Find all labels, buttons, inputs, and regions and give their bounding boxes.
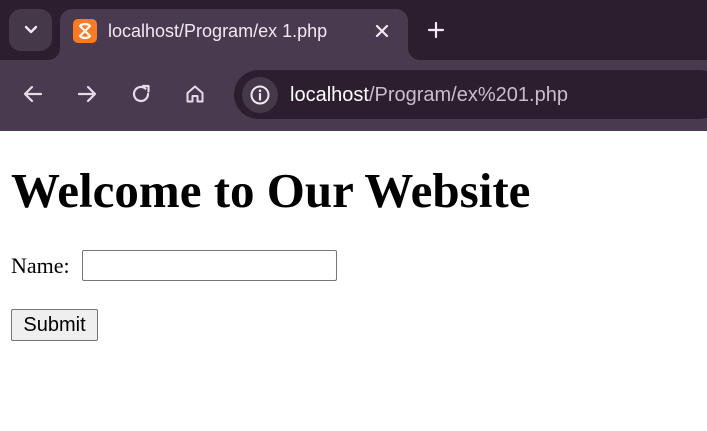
close-icon [375, 24, 389, 38]
arrow-right-icon [77, 85, 97, 103]
back-button[interactable] [16, 77, 50, 111]
reload-button[interactable] [124, 77, 158, 111]
browser-toolbar: localhost/Program/ex%201.php [0, 60, 707, 131]
url-text[interactable]: localhost/Program/ex%201.php [290, 83, 568, 107]
forward-button[interactable] [70, 77, 104, 111]
reload-icon [132, 84, 150, 103]
chevron-down-icon [24, 25, 37, 34]
active-tab[interactable]: localhost/Program/ex 1.php [60, 9, 408, 60]
page-content: Welcome to Our Website Name: Submit [0, 131, 707, 431]
xampp-icon [73, 19, 97, 43]
address-bar[interactable]: localhost/Program/ex%201.php [234, 70, 707, 119]
arrow-left-icon [23, 85, 43, 103]
url-path: /Program/ex%201.php [368, 84, 568, 106]
url-host: localhost [290, 84, 369, 106]
tab-title: localhost/Program/ex 1.php [108, 21, 328, 41]
submit-button[interactable]: Submit [11, 309, 98, 341]
plus-icon [427, 21, 445, 39]
name-input[interactable] [82, 250, 337, 281]
home-icon [186, 85, 204, 103]
new-tab-button[interactable] [422, 16, 450, 44]
name-label: Name: [11, 253, 70, 278]
tab-strip: localhost/Program/ex 1.php [0, 0, 707, 60]
page-heading: Welcome to Our Website [11, 163, 531, 218]
close-tab-button[interactable] [372, 21, 392, 41]
info-icon [250, 85, 270, 105]
tab-search-button[interactable] [9, 9, 52, 51]
home-button[interactable] [178, 77, 212, 111]
site-info-button[interactable] [242, 77, 278, 113]
browser-chrome: localhost/Program/ex 1.php localhost/Pro… [0, 0, 707, 131]
